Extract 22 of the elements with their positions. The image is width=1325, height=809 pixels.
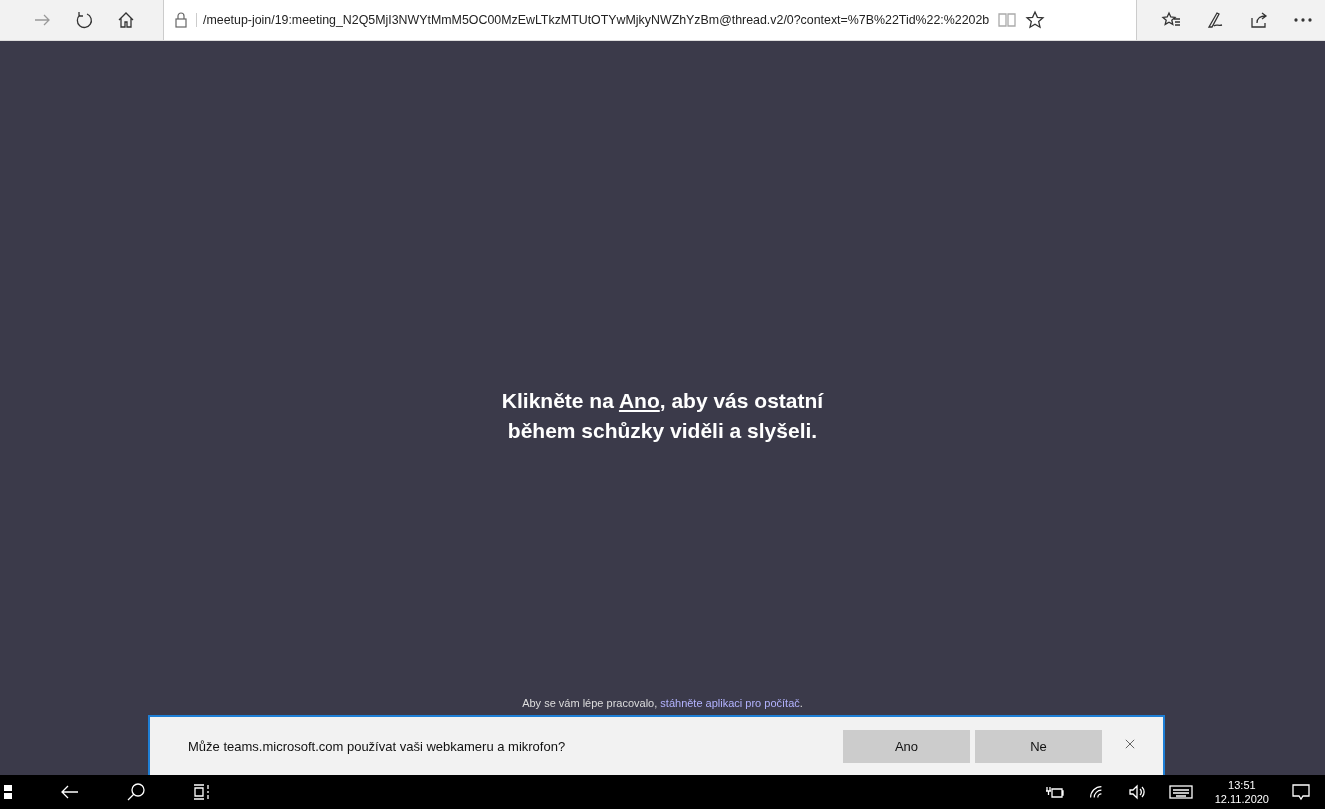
- deny-button[interactable]: Ne: [975, 729, 1102, 763]
- join-message: Klikněte na Ano, aby vás ostatní během schůzky viděli a slyšeli.: [500, 388, 825, 444]
- home-icon[interactable]: [116, 10, 136, 30]
- clock-time[interactable]: 13:51: [1228, 778, 1256, 792]
- download-hint: Aby se vám lépe pracovalo, stáhněte aplikaci pro počítač.: [522, 697, 803, 709]
- notifications-icon[interactable]: [1291, 782, 1311, 802]
- lock-icon: [174, 12, 188, 28]
- volume-icon[interactable]: [1126, 782, 1147, 802]
- pen-icon[interactable]: [1205, 10, 1225, 30]
- task-view-icon[interactable]: [192, 782, 212, 802]
- keyboard-icon[interactable]: [1168, 782, 1193, 802]
- allow-button[interactable]: Ano: [843, 729, 970, 763]
- windows-icon[interactable]: [4, 782, 14, 802]
- refresh-icon[interactable]: [74, 10, 94, 30]
- close-icon[interactable]: [1123, 737, 1137, 751]
- download-link[interactable]: stáhněte aplikaci pro počítač: [660, 697, 800, 709]
- permission-question: Může teams.microsoft.com používat vaši webkameru a mikrofon?: [188, 738, 567, 754]
- search-icon[interactable]: [126, 782, 146, 802]
- share-icon[interactable]: [1249, 10, 1269, 30]
- yes-link[interactable]: Ano: [618, 389, 660, 412]
- clock-date[interactable]: 12.11.2020: [1214, 792, 1269, 806]
- star-icon[interactable]: [1025, 10, 1046, 30]
